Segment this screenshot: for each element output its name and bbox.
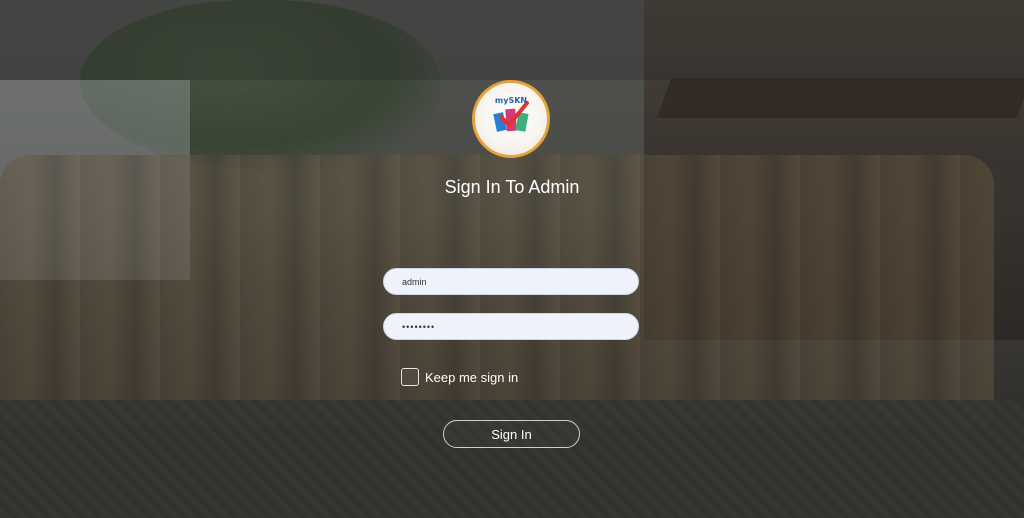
keep-signed-in-row[interactable]: Keep me sign in [401,366,518,388]
page-title: Sign In To Admin [444,177,580,197]
password-input[interactable]: •••••••• [383,313,639,340]
login-page: mySKN Sign In To Admin admin •••••••• Ke… [0,0,1024,518]
app-logo: mySKN [472,80,550,158]
keep-signed-in-checkbox[interactable] [401,368,419,386]
username-value: admin [402,276,427,287]
sign-in-button[interactable]: Sign In [443,420,580,448]
username-input[interactable]: admin [383,268,639,295]
keep-signed-in-label: Keep me sign in [425,369,519,385]
password-value: •••••••• [402,321,436,332]
logo-graphic-icon: mySKN [493,96,529,132]
top-band [0,0,1024,80]
logo-text: mySKN [495,96,527,105]
